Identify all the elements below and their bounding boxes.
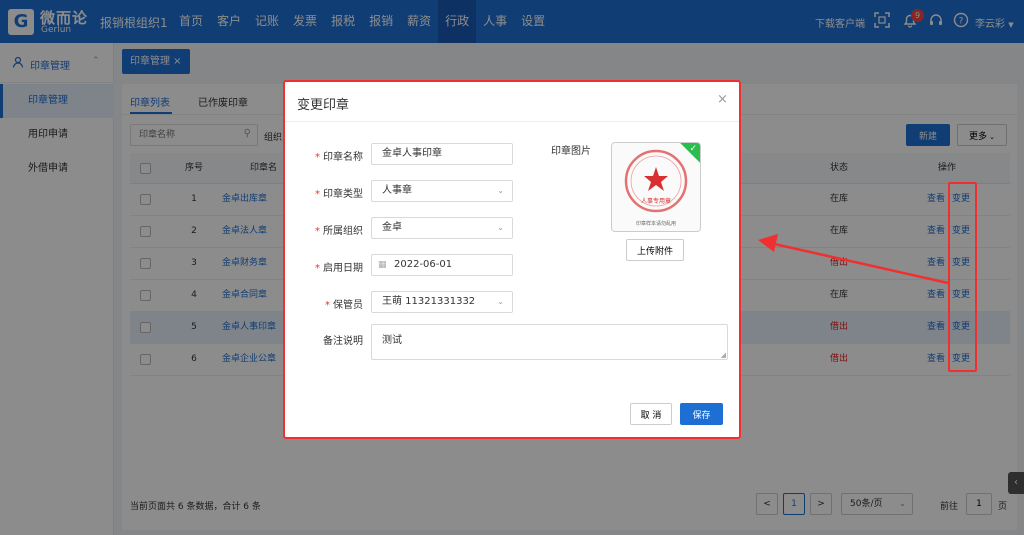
seal-image-caption: 印章样本请勿乱用 (635, 221, 676, 227)
remark-label: 备注说明 (323, 336, 363, 347)
save-button[interactable]: 保存 (680, 403, 723, 425)
seal-name-input[interactable]: 金卓人事印章 (371, 143, 513, 165)
start-date-picker[interactable]: ▦ 2022-06-01 (371, 254, 513, 276)
remark-textarea[interactable]: 测试 ◢ (371, 324, 728, 360)
close-icon[interactable]: × (717, 92, 728, 107)
resize-handle-icon[interactable]: ◢ (721, 351, 726, 359)
dialog-title: 变更印章 (297, 98, 350, 113)
seal-name-label-text: 印章名称 (323, 152, 363, 163)
keeper-value: 王萌 11321331332 (382, 296, 476, 307)
annotation-box-action-column (948, 182, 977, 372)
upload-attachment-button[interactable]: 上传附件 (626, 239, 684, 261)
org-label: * 所属组织 (315, 226, 363, 237)
calendar-icon: ▦ (378, 260, 387, 270)
org-select[interactable]: 金卓 ⌄ (371, 217, 513, 239)
change-seal-dialog: 变更印章 × * 印章名称 金卓人事印章 * 印章类型 人事章 ⌄ * 所属组织 金卓 ⌄… (283, 80, 741, 439)
start-date-label: * 启用日期 (315, 263, 363, 274)
seal-type-label-text: 印章类型 (323, 189, 363, 200)
seal-type-label: * 印章类型 (315, 189, 363, 200)
seal-image-preview[interactable]: 人事专用章 印章样本请勿乱用 ✓ (611, 142, 701, 232)
org-value: 金卓 (382, 222, 402, 233)
org-label-text: 所属组织 (323, 226, 363, 237)
chevron-down-icon: ⌄ (497, 186, 504, 195)
dialog-divider (285, 121, 739, 122)
seal-stamp-image: 人事专用章 (624, 149, 688, 213)
seal-name-label: * 印章名称 (315, 152, 363, 163)
check-icon: ✓ (689, 144, 697, 154)
chevron-down-icon: ⌄ (497, 297, 504, 306)
seal-image-label: 印章图片 (551, 146, 591, 157)
start-date-label-text: 启用日期 (323, 263, 363, 274)
cancel-button[interactable]: 取 消 (630, 403, 672, 425)
chevron-down-icon: ⌄ (497, 223, 504, 232)
stamp-text: 人事专用章 (641, 197, 671, 205)
remark-value: 测试 (382, 335, 402, 346)
start-date-value: 2022-06-01 (394, 259, 453, 270)
seal-type-value: 人事章 (382, 185, 412, 196)
seal-type-select[interactable]: 人事章 ⌄ (371, 180, 513, 202)
keeper-select[interactable]: 王萌 11321331332 ⌄ (371, 291, 513, 313)
keeper-label-text: 保管员 (333, 300, 363, 311)
keeper-label: * 保管员 (325, 300, 363, 311)
